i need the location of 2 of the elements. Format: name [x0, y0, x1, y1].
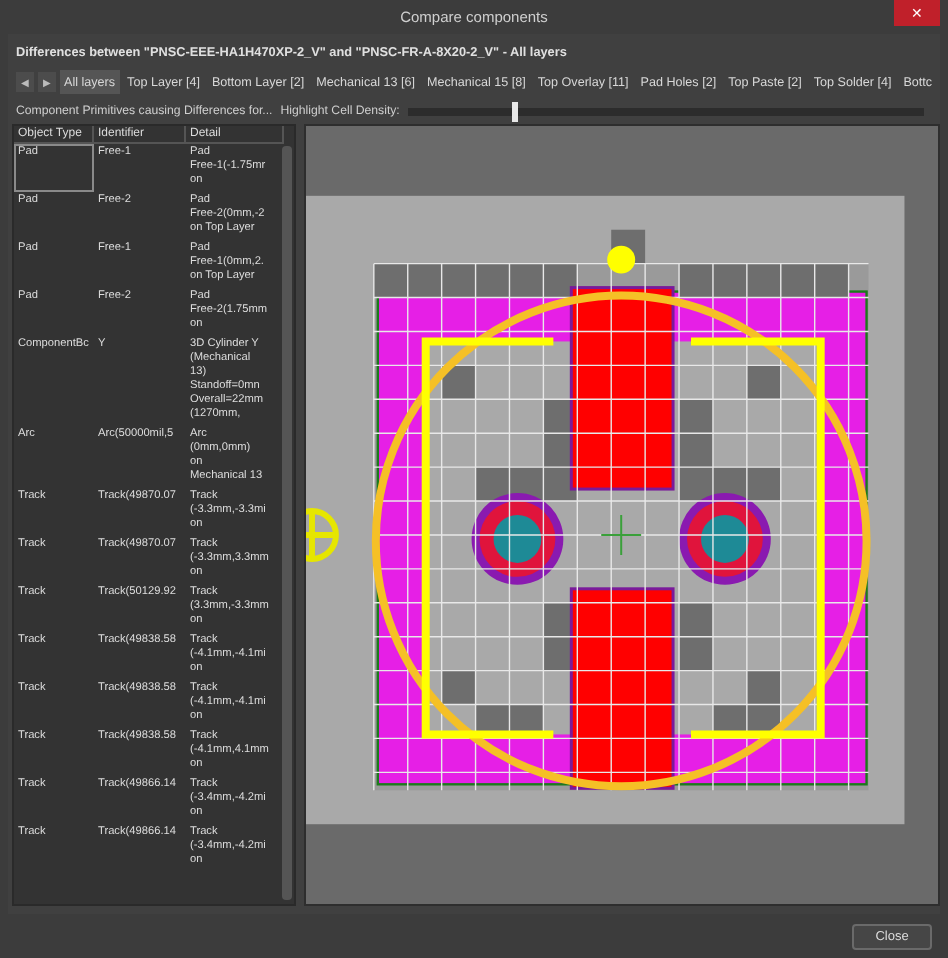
slider-thumb[interactable] — [511, 101, 517, 121]
scrollbar[interactable] — [282, 146, 292, 900]
